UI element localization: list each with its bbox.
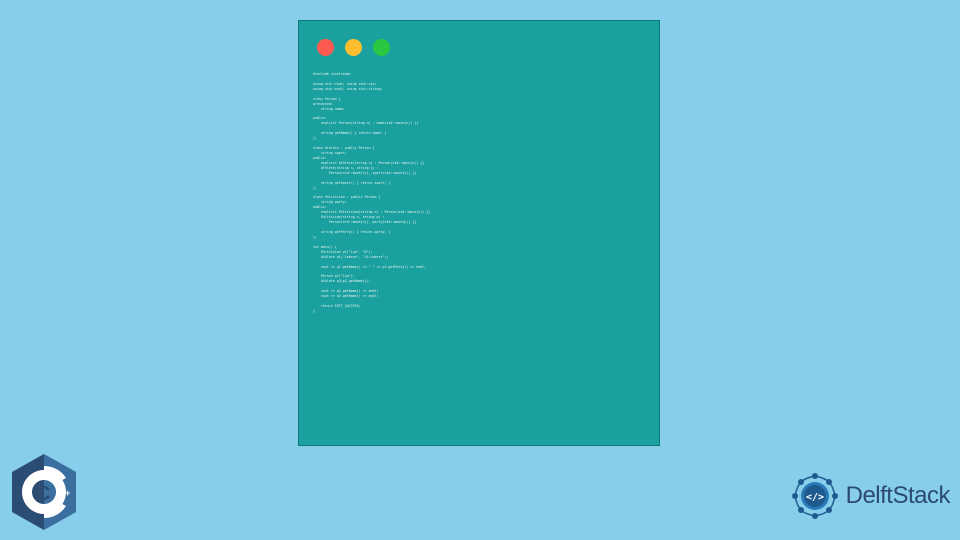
maximize-icon [373,39,390,56]
delftstack-label: DelftStack [846,482,950,510]
code-editor-window: #include <iostream> using std::cout; usi… [298,20,660,446]
window-controls [299,21,659,64]
close-icon [317,39,334,56]
delftstack-logo: </> DelftStack [789,470,950,522]
cpp-logo-icon: + + C [8,452,80,532]
code-content: #include <iostream> using std::cout; usi… [299,64,659,324]
svg-text:</>: </> [806,492,824,503]
svg-text:C: C [36,483,50,505]
minimize-icon [345,39,362,56]
svg-text:+: + [65,488,70,498]
svg-text:+: + [56,488,61,498]
delftstack-badge-icon: </> [789,470,841,522]
